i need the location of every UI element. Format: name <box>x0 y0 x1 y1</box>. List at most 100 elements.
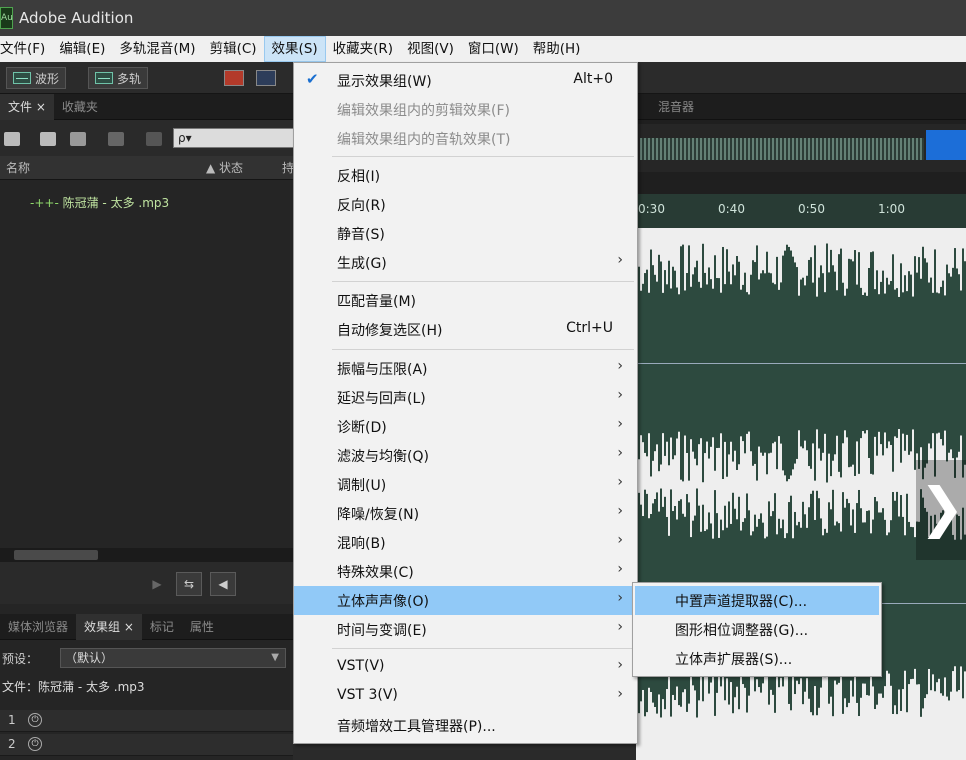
insert-icon[interactable] <box>70 132 86 146</box>
menu-item-filter-eq[interactable]: 滤波与均衡(Q) › <box>294 441 637 470</box>
menu-item-label: 特殊效果(C) <box>337 565 414 581</box>
files-toolbar: ρ▾ <box>0 120 295 156</box>
submenu-item-graphic-phase-shifter[interactable]: 图形相位调整器(G)... <box>635 615 879 644</box>
menu-item-match-loudness[interactable]: 匹配音量(M) <box>294 286 637 315</box>
scroll-thumb[interactable] <box>14 550 98 560</box>
multitrack-label: 多轨 <box>117 71 142 86</box>
menu-item-label: 混响(B) <box>337 536 386 552</box>
submenu-arrow-icon: › <box>617 387 623 403</box>
time-tick: 0:40 <box>718 202 745 216</box>
waveform-label: 波形 <box>35 71 60 86</box>
menu-item-special[interactable]: 特殊效果(C) › <box>294 557 637 586</box>
submenu-item-stereo-expander[interactable]: 立体声扩展器(S)... <box>635 644 879 673</box>
menu-item-time-pitch[interactable]: 时间与变调(E) › <box>294 615 637 644</box>
next-arrow-icon[interactable]: ❯ <box>916 460 966 560</box>
menu-item-amplitude[interactable]: 振幅与压限(A) › <box>294 354 637 383</box>
title-bar: Au Adobe Audition <box>0 0 966 36</box>
menu-item-label: 调制(U) <box>337 478 387 494</box>
preset-value: （默认） <box>65 651 114 665</box>
files-search-input[interactable]: ρ▾ <box>173 128 295 148</box>
menu-item-label: 显示效果组(W) <box>337 74 432 90</box>
menu-item-show-effects-rack[interactable]: ✔ 显示效果组(W) Alt+0 <box>294 66 637 95</box>
menu-item-stereo-imagery[interactable]: 立体声声像(O) › <box>294 586 637 615</box>
tab-media-browser[interactable]: 媒体浏览器 <box>0 614 76 640</box>
submenu-item-center-channel-extractor[interactable]: 中置声道提取器(C)... <box>635 586 879 615</box>
menu-item-vst[interactable]: VST(V) › <box>294 653 637 682</box>
power-icon[interactable]: ⏻ <box>28 737 42 751</box>
play-preview-button[interactable]: ▶ <box>144 572 170 596</box>
file-list-item[interactable]: -++- 陈冠蒲 - 太多 .mp3 <box>0 194 293 214</box>
menu-item-noise-reduction[interactable]: 降噪/恢复(N) › <box>294 499 637 528</box>
menu-item-invert[interactable]: 反相(I) <box>294 161 637 190</box>
overview-viewport[interactable] <box>926 130 966 160</box>
import-icon[interactable] <box>40 132 56 146</box>
menu-favorites[interactable]: 收藏夹(R) <box>326 36 400 62</box>
spectral-frequency-icon[interactable] <box>224 70 244 86</box>
column-name[interactable]: 名称 <box>6 159 30 176</box>
effects-panel-tabs: 媒体浏览器 效果组 × 标记 属性 <box>0 613 293 640</box>
auto-play-button[interactable]: ◀ <box>210 572 236 596</box>
tab-mixer[interactable]: 混音器 <box>650 94 702 120</box>
submenu-arrow-icon: › <box>617 445 623 461</box>
rack-slot[interactable]: 2 ⏻ <box>0 734 293 756</box>
menu-item-silence[interactable]: 静音(S) <box>294 219 637 248</box>
column-status[interactable]: ▲ 状态 <box>206 159 243 176</box>
menu-item-shortcut: Alt+0 <box>573 71 613 87</box>
menu-bar: 文件(F) 编辑(E) 多轨混音(M) 剪辑(C) 效果(S) 收藏夹(R) 视… <box>0 36 966 62</box>
menu-help[interactable]: 帮助(H) <box>526 36 588 62</box>
tab-favorites[interactable]: 收藏夹 <box>54 94 106 120</box>
menu-item-plugin-manager[interactable]: 音频增效工具管理器(P)... <box>294 711 637 740</box>
submenu-arrow-icon: › <box>617 657 623 673</box>
submenu-arrow-icon: › <box>617 503 623 519</box>
tab-markers[interactable]: 标记 <box>142 614 182 640</box>
files-horizontal-scrollbar[interactable] <box>0 548 293 562</box>
files-panel-tabs: 文件 × 收藏夹 <box>0 93 293 120</box>
menu-effects[interactable]: 效果(S) <box>263 36 326 62</box>
submenu-arrow-icon: › <box>617 561 623 577</box>
rack-slot[interactable]: 1 ⏻ <box>0 710 293 732</box>
menu-item-modulation[interactable]: 调制(U) › <box>294 470 637 499</box>
menu-item-vst3[interactable]: VST 3(V) › <box>294 682 637 711</box>
waveform-view-button[interactable]: 波形 <box>6 67 67 89</box>
menu-item-diagnostics[interactable]: 诊断(D) › <box>294 412 637 441</box>
waveform-overview[interactable] <box>636 124 966 172</box>
preset-select[interactable]: （默认） ▼ <box>60 648 286 668</box>
tab-files[interactable]: 文件 × <box>0 93 54 120</box>
tab-effects-rack[interactable]: 效果组 × <box>76 613 142 640</box>
audition-logo-icon: Au <box>0 7 13 29</box>
time-ruler[interactable]: 0:30 0:40 0:50 1:00 <box>636 194 966 228</box>
trash-icon[interactable] <box>146 132 162 146</box>
open-folder-icon[interactable] <box>4 132 20 146</box>
menu-file[interactable]: 文件(F) <box>0 36 52 62</box>
menu-item-label: 生成(G) <box>337 256 387 272</box>
editor-tabs: 混音器 <box>636 94 966 120</box>
menu-window[interactable]: 窗口(W) <box>461 36 526 62</box>
stereo-imagery-submenu: 中置声道提取器(C)... 图形相位调整器(G)... 立体声扩展器(S)... <box>632 582 882 677</box>
export-icon[interactable] <box>108 132 124 146</box>
file-list-item-label: 陈冠蒲 - 太多 .mp3 <box>62 196 170 210</box>
menu-separator <box>332 281 634 282</box>
menu-edit[interactable]: 编辑(E) <box>52 36 112 62</box>
menu-item-auto-heal[interactable]: 自动修复选区(H) Ctrl+U <box>294 315 637 344</box>
menu-clip[interactable]: 剪辑(C) <box>203 36 264 62</box>
power-icon[interactable]: ⏻ <box>28 713 42 727</box>
menu-item-generate[interactable]: 生成(G) › <box>294 248 637 277</box>
multitrack-icon <box>95 72 113 84</box>
spectral-pitch-icon[interactable] <box>256 70 276 86</box>
loop-preview-button[interactable]: ⇆ <box>176 572 202 596</box>
menu-view[interactable]: 视图(V) <box>400 36 461 62</box>
tab-properties[interactable]: 属性 <box>182 614 222 640</box>
menu-item-label: 编辑效果组内的剪辑效果(F) <box>337 103 510 119</box>
menu-item-reverb[interactable]: 混响(B) › <box>294 528 637 557</box>
submenu-arrow-icon: › <box>617 358 623 374</box>
submenu-arrow-icon: › <box>617 474 623 490</box>
checkmark-icon: ✔ <box>306 70 319 88</box>
window-title: Adobe Audition <box>19 9 134 27</box>
menu-multitrack[interactable]: 多轨混音(M) <box>112 36 202 62</box>
menu-item-label: 诊断(D) <box>337 420 387 436</box>
menu-separator <box>332 156 634 157</box>
menu-item-reverse[interactable]: 反向(R) <box>294 190 637 219</box>
effects-menu: ✔ 显示效果组(W) Alt+0 编辑效果组内的剪辑效果(F) 编辑效果组内的音… <box>293 62 638 744</box>
multitrack-view-button[interactable]: 多轨 <box>88 67 149 89</box>
menu-item-delay-echo[interactable]: 延迟与回声(L) › <box>294 383 637 412</box>
